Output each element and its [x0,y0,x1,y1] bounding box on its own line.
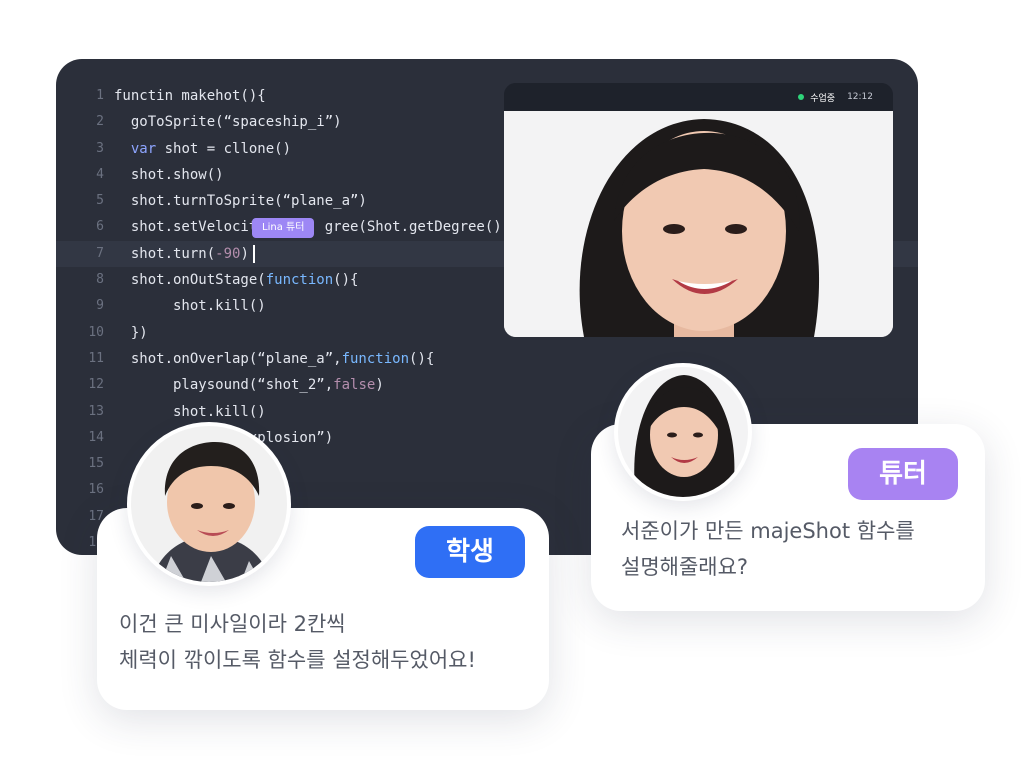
line-number: 2 [96,114,104,130]
line-number: 11 [88,350,104,366]
line-number: 13 [88,403,104,419]
code-token: }) [114,324,148,341]
session-status-label: 수업중 [810,93,836,104]
tutor-badge: 튜터 [848,448,958,500]
code-token: -90 [215,245,241,262]
line-number: 10 [88,324,104,340]
student-badge: 학생 [415,526,525,578]
line-number: 9 [96,298,104,314]
line-number: 16 [88,482,104,498]
tutor-face-image [504,111,893,337]
code-token: shot.show() [114,166,224,183]
code-text: functin makehot(){ [114,83,266,109]
tutor-cursor-tag: Lina 튜터 [252,218,315,238]
code-token: playsound(“shot_2”, [114,377,334,394]
code-token: functin makehot(){ [114,88,266,104]
code-text: }) [114,320,148,346]
line-number: 14 [88,429,104,445]
code-text: shot.kill() [114,293,266,319]
code-text: shot.turnToSprite(“plane_a”) [114,188,367,214]
student-message: 이건 큰 미사일이라 2칸씩 체력이 깎이도록 함수를 설정해두었어요! [119,612,476,672]
code-token: (){ [409,350,435,367]
code-text: var shot = cllone() [114,136,291,162]
code-text: shot.onOverlap(“plane_a”,function(){ [114,346,434,372]
code-token: shot.kill() [114,403,266,420]
tutor-avatar [614,363,752,501]
code-token: var [130,140,157,157]
code-line[interactable]: 12 playsound(“shot_2”,false) [56,372,918,398]
code-text: shot.kill() [114,399,266,425]
code-token: (){ [333,272,359,289]
code-token: false [333,377,376,394]
code-line[interactable]: 13 shot.kill() [56,399,918,425]
tutor-avatar-face-image [618,367,748,497]
session-status: 수업중 12:12 [798,90,873,104]
code-line[interactable]: 11 shot.onOverlap(“plane_a”,function(){ [56,346,918,372]
line-number: 15 [88,456,104,472]
code-token: shot.kill() [114,298,266,315]
video-status-bar: 수업중 12:12 [504,83,893,111]
student-face-image [131,426,287,582]
text-cursor [252,244,255,263]
student-avatar [127,422,291,586]
session-timer: 12:12 [847,92,873,102]
line-number: 4 [96,166,104,182]
tutor-video-feed [504,111,893,337]
recording-dot-icon [798,94,805,100]
code-text: shot.show() [114,162,224,188]
code-token: shot = cllone() [156,140,292,157]
code-text: shot.turn(-90) [114,241,255,267]
code-text: goToSprite(“spaceship_i”) [114,109,342,135]
code-token: shot.turnToSprite(“plane_a”) [114,193,367,210]
code-token: ) [240,245,249,262]
code-token: ) [375,377,384,394]
line-number: 8 [96,272,104,288]
line-number: 5 [96,193,104,209]
code-token: goToSprite(“spaceship_i”) [114,114,342,131]
line-number: 6 [96,219,104,235]
tutor-message: 서준이가 만든 majeShot 함수를 설명해줄래요? [621,519,915,579]
code-token: function [265,272,334,289]
line-number: 1 [96,88,104,103]
tutor-video-window: 수업중 12:12 [504,83,893,337]
code-token: function [341,350,410,367]
code-token: shot.onOverlap(“plane_a”, [114,350,342,367]
line-number: 12 [88,377,104,393]
code-text: playsound(“shot_2”,false) [114,372,384,398]
code-token: shot.turn( [114,245,216,262]
line-number: 7 [96,245,104,261]
line-number: 3 [96,140,104,156]
code-text: shot.onOutStage(function(){ [114,267,359,293]
code-token: shot.onOutStage( [114,272,266,289]
